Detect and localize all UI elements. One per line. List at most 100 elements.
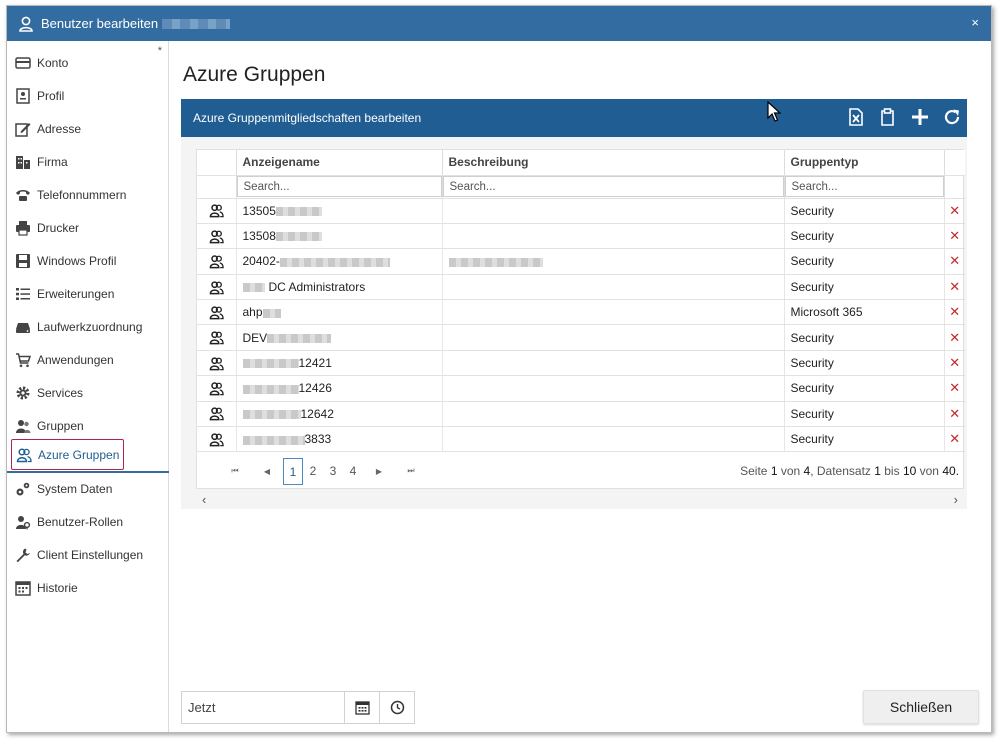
page-button[interactable]: 2 xyxy=(303,458,323,485)
pager-info-text: von xyxy=(916,464,943,478)
sidebar-item-system-daten[interactable]: System Daten xyxy=(11,473,165,504)
page-button[interactable]: 4 xyxy=(343,458,363,485)
search-gruppentyp-input[interactable] xyxy=(784,176,944,197)
edit-user-dialog: Benutzer bearbeiten × * Konto Profil Adr… xyxy=(6,5,992,733)
table-row[interactable]: 12642 Security ✕ xyxy=(197,401,965,428)
close-button[interactable]: Schließen xyxy=(863,690,979,724)
search-anzeigename-input[interactable] xyxy=(236,176,442,197)
delete-icon[interactable]: ✕ xyxy=(949,203,960,218)
page-button[interactable]: 1 xyxy=(283,457,303,485)
scroll-left-icon[interactable]: ‹ xyxy=(202,492,206,507)
delete-icon[interactable]: ✕ xyxy=(949,330,960,345)
cell-anzeigename: 3833 xyxy=(236,426,443,453)
table-row[interactable]: 13505 Security ✕ xyxy=(197,198,965,224)
sidebar-item-label: Historie xyxy=(37,580,78,595)
sidebar-item-drucker[interactable]: Drucker xyxy=(11,212,165,243)
redacted-text xyxy=(242,359,299,369)
page-button[interactable]: 3 xyxy=(323,458,343,485)
table-row[interactable]: 20402- Security ✕ xyxy=(197,248,965,275)
delete-icon[interactable]: ✕ xyxy=(949,431,960,446)
azure-group-icon xyxy=(209,433,224,447)
cell-beschreibung xyxy=(442,426,785,453)
table-row[interactable]: ahp Microsoft 365 ✕ xyxy=(197,299,965,326)
delete-icon[interactable]: ✕ xyxy=(949,355,960,370)
plus-icon[interactable] xyxy=(911,108,929,126)
group-name: 12642 xyxy=(300,406,334,421)
cell-anzeigename: DEV xyxy=(236,324,443,351)
cell-beschreibung xyxy=(442,401,785,428)
cell-beschreibung xyxy=(442,223,785,250)
sidebar-item-profil[interactable]: Profil xyxy=(11,80,165,111)
next-page-icon[interactable]: ▶ xyxy=(363,467,395,476)
sidebar-item-label: System Daten xyxy=(37,481,113,496)
close-icon[interactable]: × xyxy=(971,15,979,30)
delete-icon[interactable]: ✕ xyxy=(949,253,960,268)
prev-page-icon[interactable]: ◀ xyxy=(251,467,283,476)
sidebar-item-label: Client Einstellungen xyxy=(37,547,144,562)
sidebar-item-laufwerkzuordnung[interactable]: Laufwerkzuordnung xyxy=(11,311,165,342)
save-icon xyxy=(16,253,30,268)
sidebar-item-telefonnummern[interactable]: Telefonnummern xyxy=(11,179,165,210)
sidebar-item-anwendungen[interactable]: Anwendungen xyxy=(11,344,165,375)
table-row[interactable]: 12426 Security ✕ xyxy=(197,375,965,402)
cell-gruppentyp: Security xyxy=(784,350,945,377)
groups-grid: Anzeigename Beschreibung Gruppentyp Sear… xyxy=(196,149,965,489)
redacted-text xyxy=(279,257,390,267)
time-button[interactable] xyxy=(379,692,414,723)
delete-icon[interactable]: ✕ xyxy=(949,380,960,395)
table-row[interactable]: DC Administrators Security ✕ xyxy=(197,274,965,301)
sidebar-item-windows-profil[interactable]: Windows Profil xyxy=(11,245,165,276)
sidebar-item-adresse[interactable]: Adresse xyxy=(11,113,165,144)
sidebar-item-firma[interactable]: Firma xyxy=(11,146,165,177)
table-row[interactable]: 3833 Security ✕ xyxy=(197,426,965,453)
column-header-beschreibung[interactable]: Beschreibung xyxy=(442,150,785,176)
sidebar-item-historie[interactable]: Historie xyxy=(11,572,165,603)
sidebar-item-client-einstellungen[interactable]: Client Einstellungen xyxy=(11,539,165,570)
user-icon xyxy=(19,16,33,32)
first-page-icon[interactable]: ⏮ xyxy=(219,466,251,476)
sidebar-item-erweiterungen[interactable]: Erweiterungen xyxy=(11,278,165,309)
cell-gruppentyp: Security xyxy=(784,248,945,275)
date-input[interactable] xyxy=(182,692,344,723)
sidebar-item-label: Konto xyxy=(37,55,69,70)
excel-export-icon[interactable] xyxy=(847,108,865,126)
last-page-icon[interactable]: ⏭ xyxy=(395,466,427,476)
cell-gruppentyp: Security xyxy=(784,274,945,301)
sidebar-item-services[interactable]: Services xyxy=(11,377,165,408)
delete-icon[interactable]: ✕ xyxy=(949,406,960,421)
sidebar-item-gruppen[interactable]: Gruppen xyxy=(11,410,165,441)
refresh-icon[interactable] xyxy=(943,108,961,126)
delete-icon[interactable]: ✕ xyxy=(949,279,960,294)
table-row[interactable]: 13508 Security ✕ xyxy=(197,223,965,250)
group-name: ahp xyxy=(242,305,263,320)
azure-group-icon xyxy=(16,447,32,462)
search-beschreibung-input[interactable] xyxy=(442,176,784,197)
delete-icon[interactable]: ✕ xyxy=(949,304,960,319)
column-header-anzeigename[interactable]: Anzeigename xyxy=(236,150,443,176)
sidebar-item-label: Profil xyxy=(37,88,65,103)
sidebar-item-label: Anwendungen xyxy=(37,352,114,367)
calendar-button[interactable] xyxy=(344,692,379,723)
table-row[interactable]: 12421 Security ✕ xyxy=(197,350,965,377)
column-header-gruppentyp[interactable]: Gruppentyp xyxy=(784,150,945,176)
sidebar-item-konto[interactable]: Konto xyxy=(11,47,165,78)
sidebar-item-benutzer-rollen[interactable]: Benutzer-Rollen xyxy=(11,506,165,537)
pager-info-text: Seite xyxy=(740,464,771,478)
scroll-right-icon[interactable]: › xyxy=(954,492,958,507)
sidebar-item-label: Azure Gruppen xyxy=(38,447,120,462)
delete-icon[interactable]: ✕ xyxy=(949,228,960,243)
title-bar: Benutzer bearbeiten × xyxy=(7,6,991,41)
cell-anzeigename: DC Administrators xyxy=(236,274,443,301)
sidebar-item-azure-gruppen[interactable]: Azure Gruppen xyxy=(11,439,124,470)
redacted-text xyxy=(242,384,299,394)
cell-anzeigename: 13505 xyxy=(236,198,443,224)
table-row[interactable]: DEV Security ✕ xyxy=(197,324,965,351)
horizontal-scrollbar[interactable]: ‹ › xyxy=(196,492,964,507)
cart-icon xyxy=(16,352,31,367)
clipboard-icon[interactable] xyxy=(879,108,897,126)
list-icon xyxy=(16,287,30,300)
user-role-icon xyxy=(16,515,31,529)
group-name: 20402- xyxy=(242,254,280,269)
redacted-text xyxy=(242,410,301,420)
phone-icon xyxy=(16,189,30,201)
